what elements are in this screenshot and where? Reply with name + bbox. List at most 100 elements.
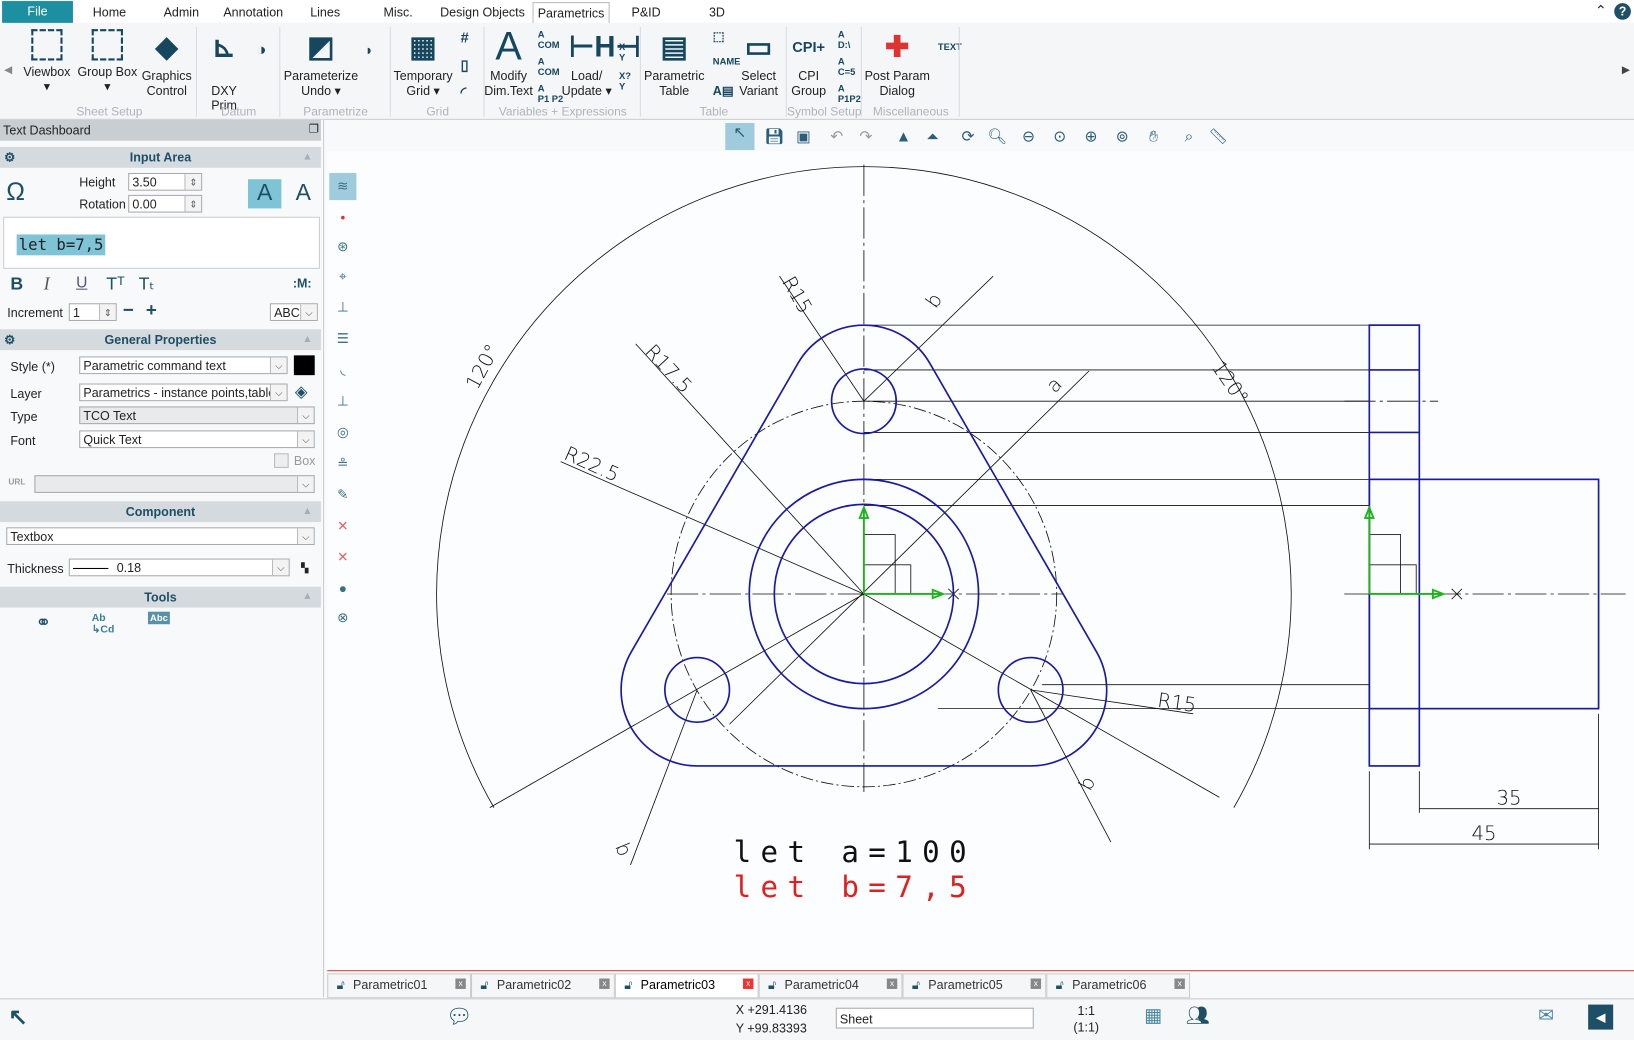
edit-icon[interactable]: ✎ xyxy=(333,486,352,505)
increment-spinner-icon[interactable]: ⇕ xyxy=(98,304,116,320)
circle-icon[interactable]: ◎ xyxy=(333,423,352,442)
group-box-button[interactable]: Group Box ▾ xyxy=(76,29,139,94)
unlock-icon[interactable]: 🔓︎ xyxy=(337,977,345,992)
temporary-grid-button[interactable]: ▦ Temporary Grid ▾ xyxy=(391,29,456,98)
chevron-down-icon[interactable]: ⌵ xyxy=(296,431,314,448)
type-select[interactable]: TCO Text ⌵ xyxy=(79,406,315,425)
undo-icon[interactable]: ↶ xyxy=(825,127,848,148)
datum-tool-icon[interactable]: ◑ xyxy=(256,42,266,61)
zoom-out-icon[interactable]: ⊖ xyxy=(1017,127,1040,148)
point-icon[interactable]: • xyxy=(333,208,352,227)
close-icon[interactable]: x xyxy=(886,978,898,989)
tab-file[interactable]: File xyxy=(2,1,73,23)
globe-settings-icon[interactable]: ⊗ xyxy=(333,609,352,628)
case-select[interactable]: ABC ⌵ xyxy=(269,303,318,321)
dimension-icon[interactable]: ⊥ xyxy=(333,298,352,317)
graphics-control-button[interactable]: ◆ Graphics Control xyxy=(140,29,194,98)
modify-dim-text-button[interactable]: A Modify Dim.Text xyxy=(482,27,534,98)
chevron-down-icon[interactable]: ⌵ xyxy=(271,559,289,576)
text-input-area[interactable]: let b=7,5 xyxy=(3,216,320,269)
help-icon[interactable]: ? xyxy=(1614,3,1631,20)
tab-3d[interactable]: 3D xyxy=(698,2,736,23)
height-spinner-icon[interactable]: ⇕ xyxy=(184,174,202,190)
align-icon[interactable]: ≗ xyxy=(333,454,352,473)
ruler-icon[interactable]: 📏︎ xyxy=(1207,127,1230,148)
cross-points-icon[interactable]: ✕ xyxy=(333,548,352,567)
a-com-icon[interactable]: A COM xyxy=(538,29,560,50)
unlock-icon[interactable]: 🔓︎ xyxy=(912,977,920,992)
decrement-button[interactable]: − xyxy=(123,299,134,321)
save-icon[interactable]: 💾︎ xyxy=(763,127,786,148)
parametrize-tool-icon[interactable]: ◗ xyxy=(365,42,374,59)
symbol-d-icon[interactable]: A D:\ xyxy=(838,29,851,50)
doc-tab[interactable]: 🔓︎ Parametric02 x xyxy=(471,973,615,999)
close-icon[interactable]: x xyxy=(455,978,466,989)
unlock-icon[interactable]: 🔓︎ xyxy=(480,977,488,992)
circle-center-icon[interactable]: ⊛ xyxy=(333,238,352,257)
drawing-canvas[interactable]: R15 R17.5 R22.5 120° 120° b b b a R15 35… xyxy=(327,151,1634,972)
text-param-tool-icon[interactable]: ≋ xyxy=(329,172,357,201)
parametric-table-button[interactable]: ▤ Parametric Table xyxy=(642,29,707,98)
zoom-name-icon[interactable]: ⊙ xyxy=(1048,127,1071,148)
component-select[interactable]: Textbox ⌵ xyxy=(6,527,315,546)
tab-annotation[interactable]: Annotation xyxy=(219,2,288,23)
move-up-icon[interactable]: ▲ xyxy=(892,127,915,148)
tab-misc[interactable]: Misc. xyxy=(375,2,421,23)
text-align-lines-button[interactable]: A xyxy=(289,179,318,208)
tab-parametrics[interactable]: Parametrics xyxy=(532,2,610,24)
move-top-icon[interactable]: ⏶ xyxy=(921,127,944,148)
collapse-icon[interactable]: ▲ xyxy=(302,501,312,522)
input-area-header[interactable]: Input Area ▲ ⚙ xyxy=(0,146,321,168)
close-icon[interactable]: x xyxy=(1030,978,1042,989)
box-checkbox[interactable] xyxy=(274,453,289,468)
post-param-dialog-button[interactable]: ✚ Post Param Dialog xyxy=(863,29,932,98)
zoom-all-icon[interactable]: ⊚ xyxy=(1111,127,1134,148)
sheet-mode-field[interactable]: Sheet xyxy=(835,1007,1034,1029)
zoom-in-icon[interactable]: 🔍︎ xyxy=(986,127,1009,148)
grid-settings-icon[interactable]: ▦ xyxy=(1144,1005,1162,1027)
zoom-window-icon[interactable]: ⊕ xyxy=(1080,127,1103,148)
snap-icon[interactable]: ⌖ xyxy=(333,267,352,286)
style-color-swatch[interactable] xyxy=(293,355,315,376)
tab-admin[interactable]: Admin xyxy=(156,2,206,23)
close-icon[interactable]: x xyxy=(743,978,754,989)
height-icon[interactable]: ⊥ xyxy=(333,392,352,411)
chevron-down-icon[interactable]: ⌵ xyxy=(296,407,314,424)
doc-tab[interactable]: 🔓︎ Parametric06 x xyxy=(1046,973,1191,999)
tab-home[interactable]: Home xyxy=(83,2,135,23)
url-select[interactable]: ⌵ xyxy=(34,475,315,493)
xy-icon[interactable]: XY xyxy=(619,42,625,63)
parameterize-undo-button[interactable]: ◩ Parameterize Undo ▾ xyxy=(281,29,360,98)
find-binoculars-icon[interactable]: ⚭ xyxy=(35,612,51,634)
mail-icon[interactable]: ✉ xyxy=(1538,1005,1554,1027)
cross-icon[interactable]: ✕ xyxy=(333,517,352,536)
grid-icon[interactable]: # xyxy=(461,29,469,46)
doc-tab[interactable]: 🔓︎ Parametric04 x xyxy=(758,973,903,999)
chevron-down-icon[interactable]: ⌵ xyxy=(269,357,287,374)
grid-rl-icon[interactable]: ◜ xyxy=(461,83,467,101)
close-icon[interactable]: x xyxy=(599,978,610,989)
a-com2-icon[interactable]: A COM xyxy=(538,56,560,77)
height-input[interactable]: 3.50 ⇕ xyxy=(128,172,203,191)
select-variant-button[interactable]: ▭ Select Variant xyxy=(734,29,784,98)
restore-panel-icon[interactable]: ❐ xyxy=(309,122,319,136)
style-select[interactable]: Parametric command text ⌵ xyxy=(79,356,288,375)
select-pointer-icon[interactable]: ↖ xyxy=(8,1004,27,1031)
grid-old-icon[interactable]: ▯ xyxy=(461,56,469,74)
collapse-icon[interactable]: ▲ xyxy=(302,587,312,608)
doc-tab-active[interactable]: 🔓︎ Parametric03 x xyxy=(614,973,759,999)
layers-icon[interactable]: ◈ xyxy=(295,381,308,402)
globe-icon[interactable]: ● xyxy=(333,579,352,598)
collapse-icon[interactable]: ▲ xyxy=(302,329,312,350)
subscript-button[interactable]: Tₜ xyxy=(139,274,155,295)
rotation-input[interactable]: 0.00 ⇕ xyxy=(128,194,203,213)
text-align-top-button[interactable]: A xyxy=(248,179,282,209)
increment-input[interactable]: 1 ⇕ xyxy=(68,303,117,321)
italic-button[interactable]: I xyxy=(44,274,50,295)
tab-pid[interactable]: P&ID xyxy=(623,2,669,23)
tab-design-objects[interactable]: Design Objects xyxy=(436,2,530,23)
chevron-down-icon[interactable]: ⌵ xyxy=(300,304,317,320)
users-icon[interactable]: 👥︎ xyxy=(1186,1005,1210,1027)
doc-tab[interactable]: 🔓︎ Parametric01 x xyxy=(327,973,472,999)
cpi-group-button[interactable]: CPI+ CPI Group xyxy=(788,29,830,98)
